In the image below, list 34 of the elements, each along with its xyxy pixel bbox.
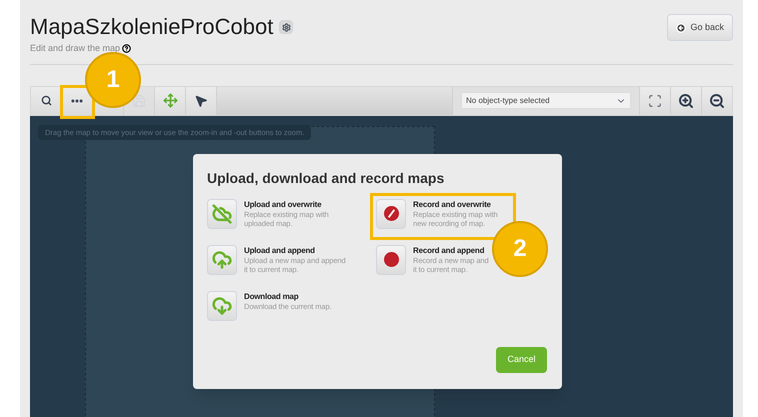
cloud-slash-icon xyxy=(212,204,232,224)
page-title: MapaSzkolenieProCobot xyxy=(30,13,274,41)
zoom-out-icon xyxy=(709,92,725,108)
search-icon xyxy=(40,95,52,106)
option-title: Record and append xyxy=(413,244,486,256)
callout-tooltip: 2 xyxy=(492,220,548,276)
option-button[interactable] xyxy=(376,244,406,274)
pointer-icon xyxy=(194,94,208,108)
cloud-upload-icon xyxy=(212,250,232,270)
view-tool-button[interactable] xyxy=(670,86,701,114)
back-icon xyxy=(676,22,686,32)
save-icon xyxy=(132,94,146,108)
option-title: Download map xyxy=(244,290,300,302)
dialog-title: Upload, download and record maps xyxy=(207,168,446,186)
zoom-in-icon xyxy=(678,92,694,108)
fit-view-icon xyxy=(648,94,662,108)
help-icon xyxy=(122,44,132,54)
cloud-download-icon xyxy=(212,296,232,316)
callout-tooltip: 1 xyxy=(85,52,141,108)
settings-button[interactable] xyxy=(279,20,294,34)
option-title: Upload and append xyxy=(244,244,316,256)
option-title: Upload and overwrite xyxy=(244,198,322,210)
back-button[interactable]: Go back xyxy=(667,14,733,41)
map-canvas[interactable] xyxy=(30,116,733,417)
record-slash-icon xyxy=(384,206,398,221)
option-title: Record and overwrite xyxy=(413,198,492,210)
toolbar-button[interactable] xyxy=(186,86,217,114)
option-button[interactable] xyxy=(376,198,406,228)
move-icon xyxy=(162,93,178,108)
view-tool-button[interactable] xyxy=(701,86,732,114)
toolbar-button[interactable] xyxy=(31,86,62,114)
record-icon xyxy=(384,252,398,267)
settings-icon xyxy=(282,22,291,32)
object-type-select[interactable]: No object-type selected xyxy=(461,92,631,109)
